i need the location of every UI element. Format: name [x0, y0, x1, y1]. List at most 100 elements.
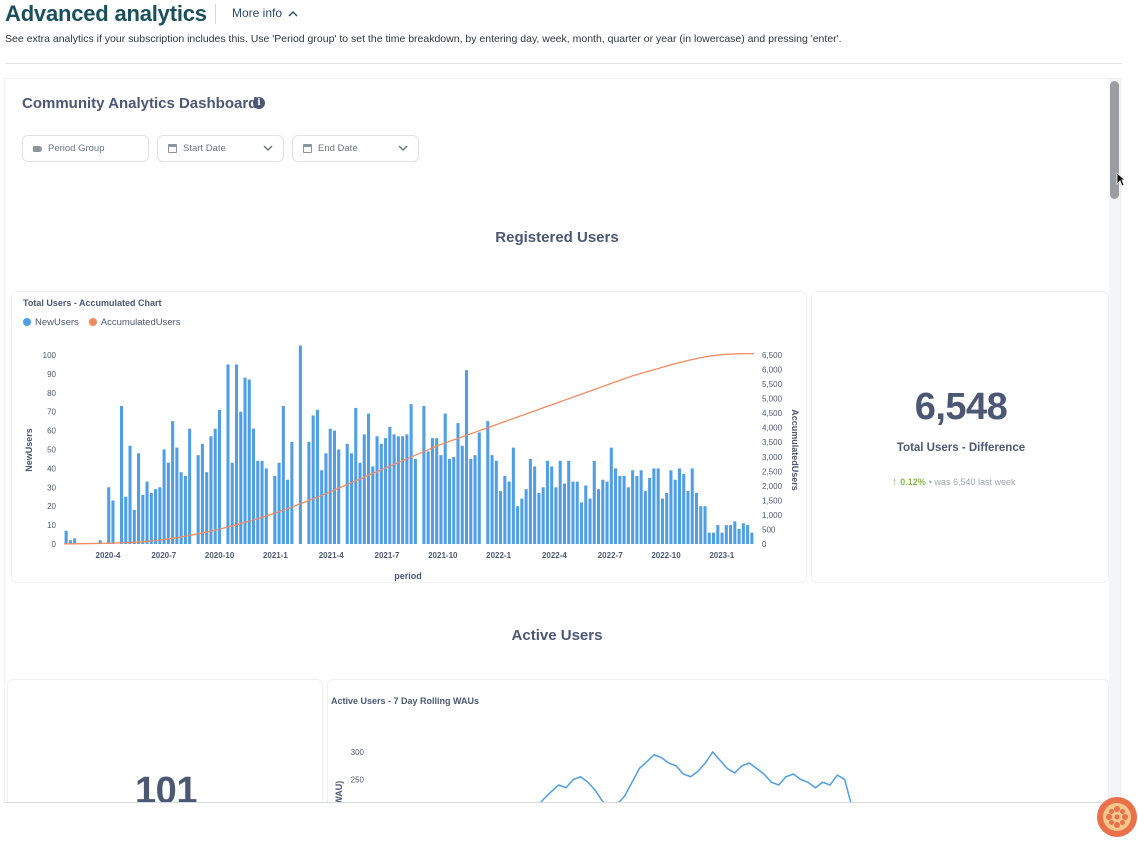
bar [298, 345, 302, 544]
bar [558, 460, 562, 544]
bar [443, 413, 447, 544]
calendar-icon [168, 144, 177, 153]
bar [196, 455, 200, 544]
bar [490, 455, 494, 544]
bar [430, 438, 434, 544]
bar [737, 528, 741, 544]
mouse-cursor-icon [1116, 172, 1126, 187]
bar [499, 491, 503, 544]
bar [111, 500, 115, 544]
y2-tick-label: 5,500 [762, 380, 783, 389]
bar [601, 479, 605, 544]
bar [609, 447, 613, 544]
y2-tick-label: 6,000 [762, 366, 783, 375]
bar [422, 406, 426, 544]
bar [162, 449, 166, 544]
arrow-up-icon: ↑ [892, 476, 898, 488]
bar [707, 532, 711, 544]
bar [188, 428, 192, 544]
page-title: Advanced analytics [5, 1, 207, 26]
active-users-number-card[interactable]: 101 [7, 679, 323, 803]
bar [349, 453, 354, 544]
bar [200, 443, 204, 544]
bar [694, 492, 699, 544]
y2-tick-label: 4,000 [762, 424, 783, 433]
bar [154, 489, 158, 544]
bar [746, 525, 750, 544]
bar [209, 436, 213, 544]
accumulated-chart-card[interactable]: Total Users - Accumulated Chart NewUsers… [11, 291, 807, 583]
y2-tick-label: 1,500 [762, 496, 783, 505]
bar [320, 470, 324, 544]
bar [132, 509, 136, 544]
bar [516, 506, 520, 544]
x-tick-label: 2021-4 [319, 551, 344, 560]
bar [277, 462, 281, 544]
bar [128, 445, 132, 544]
bar [660, 498, 664, 544]
help-widget-button[interactable] [1097, 797, 1137, 837]
bar [124, 496, 128, 544]
bar [64, 530, 68, 544]
bar [703, 506, 707, 544]
header-divider [215, 4, 216, 24]
bar [533, 466, 537, 544]
bar [107, 487, 111, 544]
bar [477, 432, 481, 544]
x-tick-label: 2021-1 [263, 551, 288, 560]
bar [511, 447, 515, 544]
flower-icon [1103, 803, 1131, 831]
bar [392, 434, 396, 544]
total-users-card[interactable]: 6,548 Total Users - Difference ↑ 0.12% •… [811, 291, 1109, 583]
bar [622, 475, 626, 544]
y-tick-label: 40 [47, 464, 56, 473]
y-tick-label: 10 [47, 521, 56, 530]
bar [635, 475, 639, 544]
bar [567, 460, 571, 544]
bar [597, 489, 601, 544]
chevron-down-icon [398, 145, 408, 151]
end-date-filter[interactable]: End Date [292, 135, 419, 162]
dashboard-frame[interactable]: Community Analytics Dashboard i Period G… [4, 78, 1121, 803]
bar [175, 447, 179, 544]
bar [371, 466, 375, 544]
bar [652, 468, 656, 544]
more-info-toggle[interactable]: More info [232, 6, 298, 20]
x-tick-label: 2021-10 [428, 551, 458, 560]
bar [367, 413, 371, 544]
accumulated-chart[interactable]: 0 10 20 30 40 50 60 70 80 90 100 0 500 1,000 1,500 2,00… [12, 292, 808, 584]
page-description: See extra analytics if your subscription… [5, 33, 842, 45]
dashboard-title: Community Analytics Dashboard [22, 95, 258, 112]
bar [409, 404, 413, 544]
bar [141, 494, 145, 544]
active-users-chart-card[interactable]: Active Users - 7 Day Rolling WAUs 200 250… [327, 679, 1110, 803]
start-date-filter[interactable]: Start Date [157, 135, 284, 162]
bar [618, 475, 622, 544]
active-users-chart[interactable]: 200250300Users (WAU) [328, 680, 1110, 803]
bar [281, 406, 285, 544]
bar [452, 457, 456, 544]
period-group-filter[interactable]: Period Group [22, 135, 149, 162]
bar [554, 487, 558, 544]
active-users-value: 101 [135, 770, 197, 803]
chevron-down-icon [263, 145, 273, 151]
bar [486, 421, 490, 544]
bar [439, 455, 443, 544]
bar [639, 470, 643, 544]
bar [213, 428, 217, 544]
bar [307, 441, 311, 544]
y-tick-label: 80 [47, 389, 56, 398]
bar [290, 441, 294, 544]
bar [571, 481, 575, 544]
total-users-change: ↑ 0.12% • was 6,540 last week [892, 476, 1015, 488]
bar [537, 492, 541, 544]
bar [119, 406, 124, 544]
bar [690, 468, 694, 544]
info-icon[interactable]: i [253, 97, 265, 109]
y-tick-label: 0 [52, 540, 57, 549]
bar [741, 523, 745, 544]
bar [379, 443, 383, 544]
y-axis-label: Users (WAU) [334, 781, 344, 803]
registered-users-heading: Registered Users [495, 229, 619, 246]
bar [426, 451, 430, 544]
